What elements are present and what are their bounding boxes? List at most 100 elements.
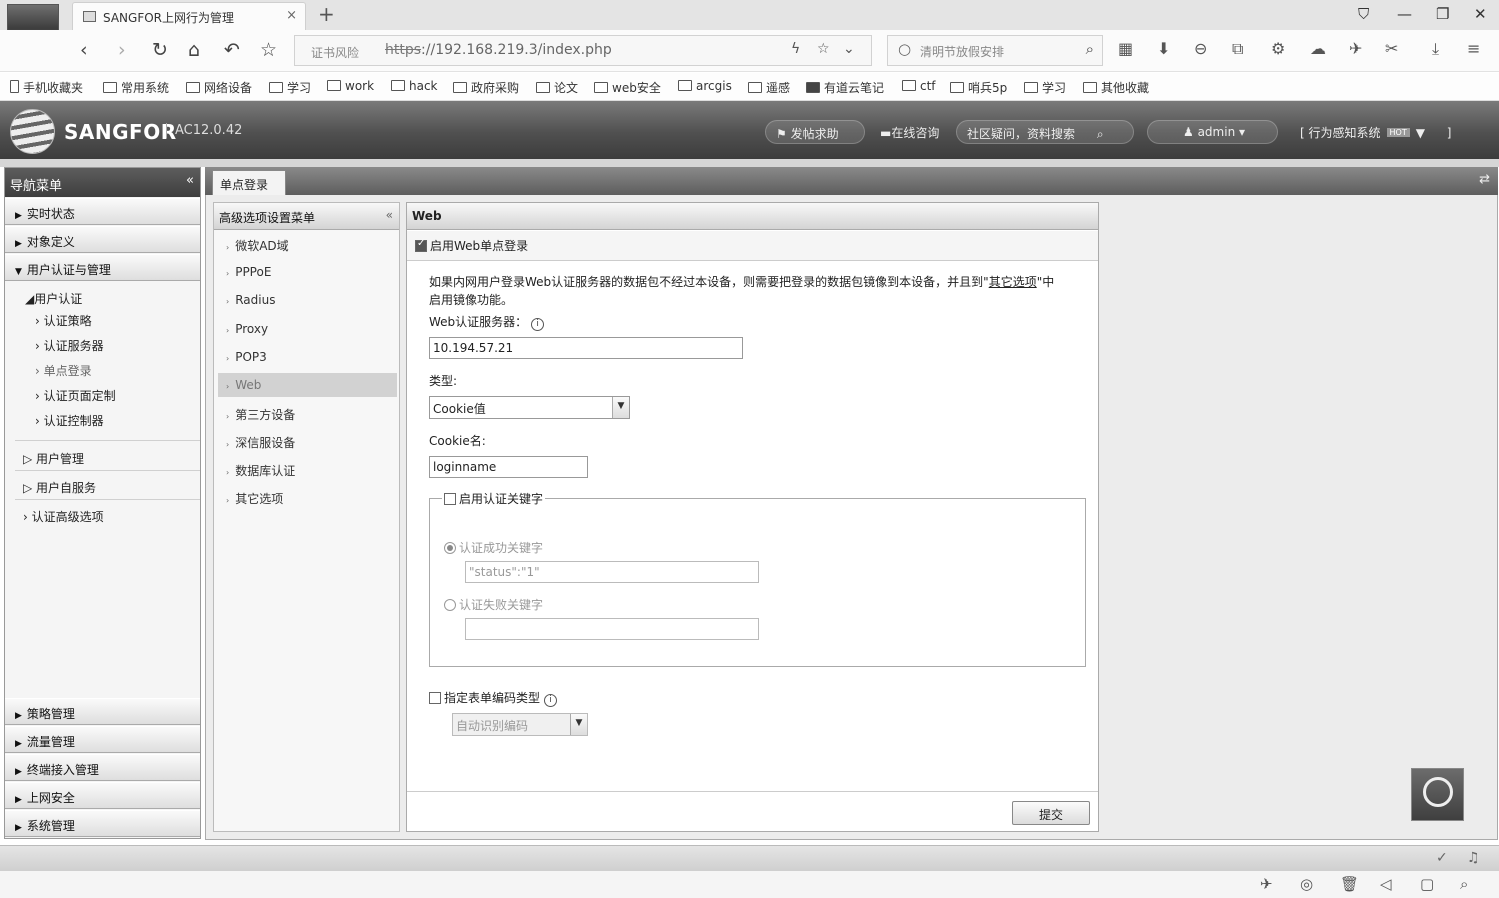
submenu-item-database[interactable]: › 数据库认证 — [218, 457, 397, 481]
submit-button[interactable]: 提交 — [1012, 801, 1090, 825]
lightning-icon[interactable]: ϟ — [791, 41, 800, 57]
maximize-button[interactable]: ❐ — [1436, 5, 1449, 23]
scissors-icon[interactable]: ✂ — [1385, 39, 1398, 58]
enable-keyword-checkbox[interactable] — [444, 493, 456, 505]
bookmark-item[interactable]: work — [327, 79, 374, 93]
speed-icon[interactable]: ◎ — [1300, 875, 1313, 893]
undo-icon[interactable]: ↶ — [224, 39, 240, 61]
chevron-down-icon[interactable]: ▼ — [570, 714, 587, 735]
minimize-button[interactable]: — — [1397, 5, 1412, 23]
forward-icon[interactable]: › — [118, 39, 126, 61]
reload-icon[interactable]: ↻ — [152, 39, 168, 61]
zoom-icon[interactable]: ⌕ — [1460, 875, 1468, 893]
search-placeholder[interactable]: 清明节放假安排 — [920, 43, 1004, 60]
check-circle-icon[interactable]: ✓ — [1436, 850, 1448, 866]
user-menu[interactable]: ♟ admin ▾ — [1147, 120, 1278, 144]
fail-keyword-input[interactable] — [465, 618, 759, 640]
submenu-item-other[interactable]: › 其它选项 — [218, 485, 397, 509]
bookmark-item[interactable]: web安全 — [594, 79, 661, 96]
nav-section-objects[interactable]: ▶ 对象定义 — [5, 226, 200, 253]
nav-group-auth[interactable]: ◢用户认证 — [25, 290, 82, 307]
volume-icon[interactable]: ♫ — [1467, 850, 1480, 866]
nav-item-auth-controller[interactable]: › 认证控制器 — [35, 412, 104, 429]
bookmark-item[interactable]: 常用系统 — [103, 79, 169, 96]
mute-icon[interactable]: ◁ — [1380, 875, 1392, 893]
bird-icon[interactable]: ✈ — [1349, 39, 1362, 58]
new-tab-button[interactable]: + — [318, 2, 335, 26]
network-icon[interactable]: ⚙ — [1271, 39, 1285, 58]
nav-section-security[interactable]: ▶ 上网安全 — [5, 782, 200, 809]
nav-item-user-manage[interactable]: ▷ 用户管理 — [23, 450, 84, 467]
download-icon[interactable]: ⤓ — [1432, 39, 1439, 59]
close-window-button[interactable]: ✕ — [1474, 5, 1487, 23]
nav-item-sso[interactable]: › 单点登录 — [35, 362, 92, 379]
info-icon[interactable]: i — [544, 694, 558, 707]
window-icon[interactable]: ▢ — [1420, 875, 1434, 893]
refresh-icon[interactable]: ⇄ — [1479, 172, 1490, 187]
chevron-down-icon[interactable]: ▼ — [612, 397, 629, 418]
enable-web-sso-checkbox[interactable] — [415, 238, 427, 252]
type-select[interactable]: Cookie值 ▼ — [429, 396, 630, 419]
community-search[interactable]: 社区疑问，资料搜索 ⌕ — [956, 120, 1134, 144]
chevron-down-icon[interactable]: ⌄ — [843, 41, 855, 57]
back-icon[interactable]: ‹ — [80, 39, 88, 61]
submenu-item-pppoe[interactable]: › PPPoE — [218, 260, 397, 284]
cert-risk-label[interactable]: 证书风险 — [311, 44, 359, 61]
submenu-item-proxy[interactable]: › Proxy — [218, 317, 397, 341]
cloud-icon[interactable]: ☁ — [1310, 39, 1326, 58]
nav-section-policy[interactable]: ▶ 策略管理 — [5, 698, 200, 725]
bookmark-item[interactable]: 手机收藏夹 — [10, 79, 83, 96]
favorite-star-icon[interactable]: ☆ — [260, 39, 277, 61]
bookmark-item[interactable]: 学习 — [269, 79, 311, 96]
info-icon[interactable]: i — [531, 318, 545, 331]
bookmark-item[interactable]: 论文 — [536, 79, 578, 96]
system-switch[interactable]: [ 行为感知系统 HOT ▼ ] — [1290, 120, 1491, 144]
bookmark-item[interactable]: 其他收藏 — [1083, 79, 1149, 96]
nav-item-auth-server[interactable]: › 认证服务器 — [35, 337, 104, 354]
success-keyword-option[interactable]: 认证成功关键字 — [444, 539, 543, 556]
collapse-submenu-icon[interactable]: « — [386, 208, 393, 222]
download-box-icon[interactable]: ⬇ — [1157, 39, 1170, 58]
success-radio[interactable] — [444, 542, 456, 554]
encoding-select[interactable]: 自动识别编码 ▼ — [452, 713, 588, 736]
nav-section-system[interactable]: ▶ 系统管理 — [5, 810, 200, 837]
success-keyword-input[interactable]: "status":"1" — [465, 561, 759, 583]
apps-grid-icon[interactable]: ▦ — [1118, 39, 1133, 58]
tab-sso[interactable]: 单点登录 — [212, 170, 286, 195]
translate-icon[interactable]: ⧉ — [1232, 39, 1243, 59]
submenu-item-ad[interactable]: › 微软AD域 — [218, 232, 397, 256]
bookmark-item[interactable]: 政府采购 — [453, 79, 519, 96]
submenu-item-radius[interactable]: › Radius — [218, 288, 397, 312]
address-bar[interactable]: 证书风险 https://192.168.219.3/index.php ϟ ☆… — [294, 35, 872, 66]
nav-item-self-service[interactable]: ▷ 用户自服务 — [23, 479, 96, 496]
rocket-icon[interactable]: ✈ — [1260, 875, 1273, 893]
url-text[interactable]: https://192.168.219.3/index.php — [385, 42, 612, 58]
submenu-item-sangfor[interactable]: › 深信服设备 — [218, 429, 397, 453]
bookmark-star-icon[interactable]: ☆ — [817, 41, 830, 57]
bookmark-item[interactable]: 学习 — [1024, 79, 1066, 96]
other-options-link[interactable]: 其它选项 — [989, 275, 1037, 289]
submenu-item-pop3[interactable]: › POP3 — [218, 345, 397, 369]
bookmark-item[interactable]: 网络设备 — [186, 79, 252, 96]
shirt-skin-icon[interactable]: ⛉ — [1358, 5, 1369, 23]
bookmark-item[interactable]: 哨兵5p — [950, 79, 1007, 96]
consult-button[interactable]: ▬在线咨询 — [870, 120, 950, 144]
submenu-item-third-party[interactable]: › 第三方设备 — [218, 401, 397, 425]
help-button[interactable]: ⚑ 发帖求助 — [765, 120, 865, 144]
server-input[interactable]: 10.194.57.21 — [429, 337, 743, 359]
bookmark-item[interactable]: ctf — [902, 79, 936, 93]
bookmark-item[interactable]: 遥感 — [748, 79, 790, 96]
search-icon[interactable]: ⌕ — [1086, 40, 1094, 58]
cookie-name-input[interactable]: loginname — [429, 456, 588, 478]
fail-keyword-option[interactable]: 认证失败关键字 — [444, 596, 543, 613]
encoding-checkbox[interactable] — [429, 692, 441, 704]
nav-item-auth-policy[interactable]: › 认证策略 — [35, 312, 92, 329]
tab-close-icon[interactable]: × — [286, 8, 297, 23]
bookmark-item[interactable]: 有道云笔记 — [806, 79, 884, 96]
search-box[interactable]: ○ 清明节放假安排 ⌕ — [887, 35, 1103, 66]
nav-section-traffic[interactable]: ▶ 流量管理 — [5, 726, 200, 753]
minus-circle-icon[interactable]: ⊖ — [1194, 39, 1207, 58]
nav-item-auth-advanced[interactable]: › 认证高级选项 — [23, 508, 104, 525]
bookmark-item[interactable]: hack — [391, 79, 438, 93]
bookmark-item[interactable]: arcgis — [678, 79, 732, 93]
